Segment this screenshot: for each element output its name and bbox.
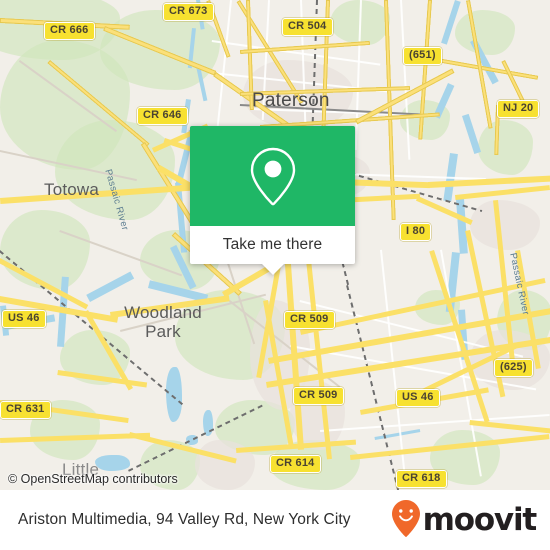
- road-shield: (625): [494, 359, 533, 377]
- location-title: Ariston Multimedia, 94 Valley Rd, New Yo…: [18, 511, 351, 528]
- moovit-wordmark: moovit: [422, 501, 538, 538]
- road-shield: NJ 20: [497, 100, 540, 118]
- road-shield: US 46: [2, 310, 46, 328]
- osm-attribution[interactable]: © OpenStreetMap contributors: [8, 472, 178, 486]
- location-popup-card[interactable]: Take me there: [190, 126, 355, 275]
- location-pin-icon: [248, 145, 298, 207]
- road-shield: CR 631: [0, 401, 51, 419]
- road-shield: (651): [403, 47, 442, 65]
- moovit-map-screenshot: Paterson Totowa Woodland Park Little Pass…: [0, 0, 550, 550]
- road-shield: CR 509: [293, 387, 344, 405]
- road-shield: I 80: [400, 223, 432, 241]
- road-shield: CR 666: [44, 22, 95, 40]
- footer-bar: Ariston Multimedia, 94 Valley Rd, New Yo…: [0, 490, 550, 550]
- popup-tail: [262, 264, 284, 275]
- map-canvas[interactable]: Paterson Totowa Woodland Park Little Pass…: [0, 0, 550, 490]
- road-shield: CR 509: [284, 311, 335, 329]
- road-shield: CR 618: [396, 470, 447, 488]
- popup-action-bar[interactable]: Take me there: [190, 226, 355, 264]
- road-shield: CR 614: [270, 455, 321, 473]
- popup-header: [190, 126, 355, 226]
- road-shield: CR 504: [282, 18, 333, 36]
- road-shield: CR 673: [163, 3, 214, 21]
- take-me-there-button[interactable]: Take me there: [223, 236, 323, 254]
- moovit-logo[interactable]: moovit: [391, 499, 538, 542]
- road-shield: CR 646: [137, 107, 188, 125]
- road-shield: US 46: [396, 389, 440, 407]
- smiley-pin-icon: [391, 499, 421, 542]
